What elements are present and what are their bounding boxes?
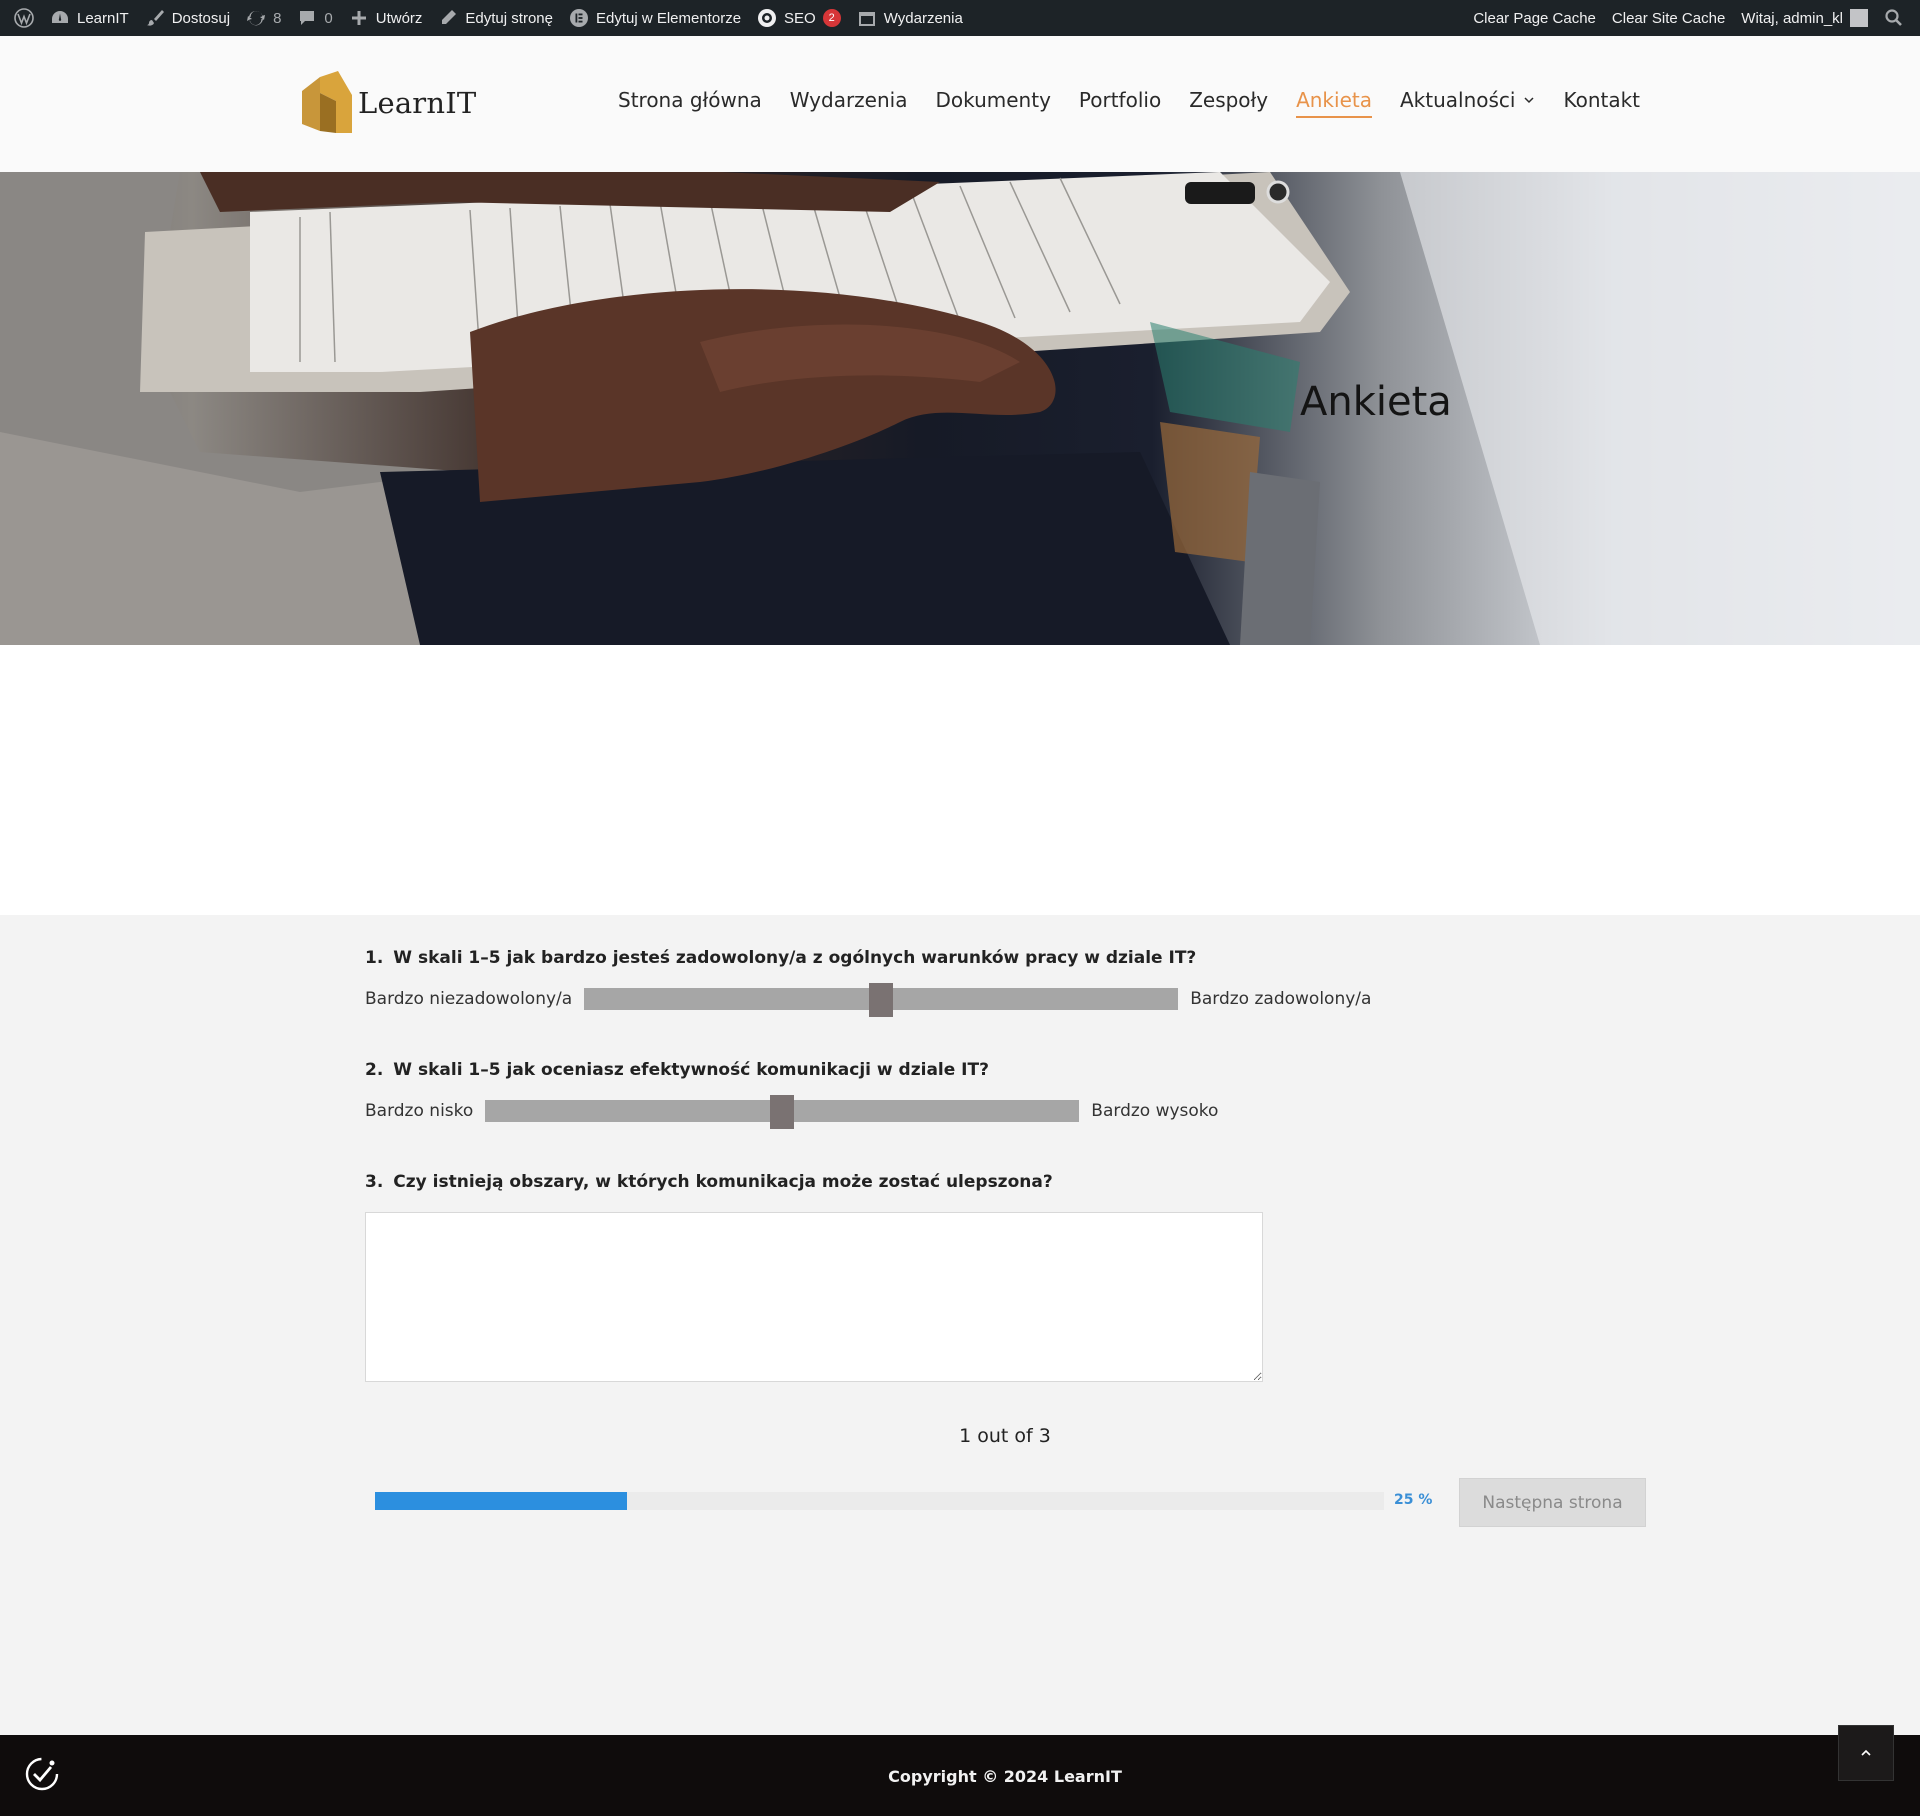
question-number: 3.	[365, 1172, 384, 1192]
scroll-to-top-button[interactable]	[1838, 1725, 1894, 1781]
site-footer: Copyright © 2024 LearnIT	[0, 1735, 1920, 1816]
nav-item-portfolio[interactable]: Portfolio	[1079, 88, 1161, 118]
avatar	[1850, 9, 1868, 27]
account-menu[interactable]: Witaj, admin_kl	[1733, 0, 1876, 36]
chevron-down-icon	[1524, 97, 1534, 104]
clear-site-cache-link[interactable]: Clear Site Cache	[1604, 0, 1733, 36]
clear-page-cache-link[interactable]: Clear Page Cache	[1465, 0, 1604, 36]
nav-item-survey[interactable]: Ankieta	[1296, 88, 1372, 118]
site-name-menu[interactable]: LearnIT	[42, 0, 137, 36]
greeting-label: Witaj, admin_kl	[1741, 9, 1843, 27]
site-name-label: LearnIT	[77, 9, 129, 27]
new-content-menu[interactable]: Utwórz	[341, 0, 431, 36]
nav-item-events[interactable]: Wydarzenia	[790, 88, 908, 118]
edit-page-label: Edytuj stronę	[465, 9, 553, 27]
question-number: 1.	[365, 948, 384, 968]
nav-item-contact[interactable]: Kontakt	[1563, 88, 1640, 118]
slider-min-label: Bardzo nisko	[365, 1101, 474, 1121]
nav-label: Zespoły	[1189, 88, 1269, 112]
clear-page-cache-label: Clear Page Cache	[1473, 9, 1596, 27]
admin-search[interactable]	[1876, 0, 1912, 36]
events-menu[interactable]: Wydarzenia	[849, 0, 971, 36]
survey-form: 1. W skali 1–5 jak bardzo jesteś zadowolo…	[365, 948, 1665, 1424]
next-page-button[interactable]: Następna strona	[1459, 1478, 1646, 1527]
clear-site-cache-label: Clear Site Cache	[1611, 9, 1726, 27]
hero-banner: Ankieta	[0, 172, 1920, 645]
seo-label: SEO	[784, 9, 816, 27]
nav-label: Ankieta	[1296, 88, 1372, 112]
slider-min-label: Bardzo niezadowolony/a	[365, 989, 573, 1009]
question-number: 2.	[365, 1060, 384, 1080]
admin-bar: LearnIT Dostosuj 8 0 Utwórz Edytuj stron…	[0, 0, 1920, 36]
slider-thumb[interactable]	[770, 1095, 795, 1129]
search-icon	[1885, 9, 1902, 26]
seo-gear-icon	[758, 9, 777, 27]
logo-text: LearnIT	[358, 86, 477, 120]
calendar-icon	[858, 12, 875, 26]
comment-icon	[300, 11, 315, 25]
updates-count: 8	[273, 9, 282, 27]
new-content-label: Utwórz	[375, 9, 423, 27]
updates-icon	[247, 10, 266, 26]
site-logo[interactable]: LearnIT	[300, 69, 476, 137]
wordpress-icon	[14, 8, 34, 28]
elementor-icon	[569, 9, 588, 27]
hero-photo	[0, 172, 1920, 645]
nav-item-home[interactable]: Strona główna	[618, 88, 762, 118]
nav-item-news[interactable]: Aktualności	[1400, 88, 1535, 118]
question-text: W skali 1–5 jak bardzo jesteś zadowolony…	[393, 948, 1197, 968]
seo-notification-badge: 2	[822, 9, 841, 27]
nav-label: Strona główna	[618, 88, 762, 112]
hero-title: Ankieta	[1300, 379, 1452, 425]
customize-label: Dostosuj	[171, 9, 231, 27]
question-text: Czy istnieją obszary, w których komunika…	[393, 1172, 1053, 1192]
logo-mark-icon	[302, 71, 352, 133]
comments-link[interactable]: 0	[289, 0, 340, 36]
site-header: LearnIT Strona główna Wydarzenia Dokumen…	[0, 36, 1920, 172]
pencil-icon	[442, 10, 457, 24]
question-1-title: 1. W skali 1–5 jak bardzo jesteś zadowolo…	[365, 948, 1665, 968]
nav-label: Aktualności	[1399, 88, 1516, 112]
updates-link[interactable]: 8	[238, 0, 289, 36]
slider-thumb[interactable]	[869, 983, 894, 1017]
events-label: Wydarzenia	[883, 9, 963, 27]
nav-label: Wydarzenia	[789, 88, 908, 112]
progress-bar-fill	[375, 1492, 628, 1510]
chevron-up-icon	[1861, 1749, 1871, 1756]
progress-percent-label: 25 %	[1394, 1492, 1433, 1508]
slider-max-label: Bardzo zadowolony/a	[1190, 989, 1372, 1009]
admin-bar-left: LearnIT Dostosuj 8 0 Utwórz Edytuj stron…	[6, 0, 971, 36]
nav-label: Kontakt	[1563, 88, 1641, 112]
progress-bar	[375, 1492, 1384, 1510]
seo-menu[interactable]: SEO 2	[749, 0, 849, 36]
main-navigation: Strona główna Wydarzenia Dokumenty Portf…	[618, 88, 1640, 118]
edit-elementor-label: Edytuj w Elementorze	[595, 9, 742, 27]
admin-bar-right: Clear Page Cache Clear Site Cache Witaj,…	[1465, 0, 1912, 36]
question-2-slider-row: Bardzo nisko Bardzo wysoko	[365, 1095, 1665, 1129]
edit-page-link[interactable]: Edytuj stronę	[430, 0, 561, 36]
nav-item-teams[interactable]: Zespoły	[1189, 88, 1268, 118]
wave-divider	[0, 800, 1920, 911]
satisfaction-slider[interactable]	[584, 983, 1179, 1017]
brush-icon	[146, 10, 164, 26]
wordpress-logo-menu[interactable]	[6, 0, 42, 36]
nav-label: Dokumenty	[935, 88, 1051, 112]
question-text: W skali 1–5 jak oceniasz efektywność kom…	[393, 1060, 989, 1080]
improvement-areas-textarea[interactable]	[365, 1212, 1263, 1382]
edit-elementor-link[interactable]: Edytuj w Elementorze	[561, 0, 749, 36]
nav-item-documents[interactable]: Dokumenty	[935, 88, 1050, 118]
nav-label: Portfolio	[1078, 88, 1162, 112]
question-3-title: 3. Czy istnieją obszary, w których komuni…	[365, 1172, 1665, 1192]
question-1-slider-row: Bardzo niezadowolony/a Bardzo zadowolony…	[365, 983, 1665, 1017]
communication-slider[interactable]	[485, 1095, 1080, 1129]
comments-count: 0	[324, 9, 333, 27]
page-counter: 1 out of 3	[959, 1425, 1051, 1447]
question-2-title: 2. W skali 1–5 jak oceniasz efektywność k…	[365, 1060, 1665, 1080]
slider-max-label: Bardzo wysoko	[1091, 1101, 1219, 1121]
dashboard-icon	[52, 11, 68, 23]
plus-icon	[351, 11, 366, 25]
copyright-text: Copyright © 2024 LearnIT	[888, 1767, 1122, 1786]
customize-link[interactable]: Dostosuj	[137, 0, 238, 36]
